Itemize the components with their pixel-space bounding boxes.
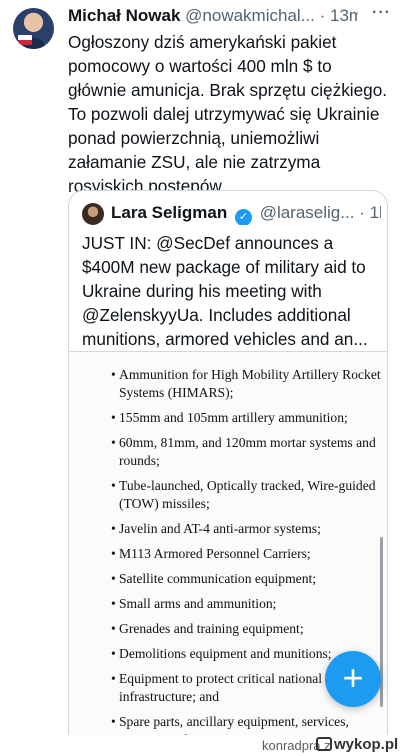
tweet-time[interactable]: 13m bbox=[330, 6, 358, 25]
quoted-author-handle[interactable]: @laraselig... bbox=[260, 203, 355, 222]
author-name[interactable]: Michał Nowak bbox=[68, 6, 180, 25]
tweet-text-line: pomocowy o wartości 400 mln $ to bbox=[68, 56, 332, 76]
tweet-header: Michał Nowak @nowakmichal... · 13m bbox=[68, 6, 358, 28]
author-handle[interactable]: @nowakmichal... bbox=[185, 6, 315, 25]
quoted-author-avatar[interactable] bbox=[82, 203, 104, 225]
quoted-text-line: JUST IN: @SecDef announces a bbox=[82, 233, 334, 253]
wykop-logo-icon bbox=[316, 737, 332, 751]
aid-list-item: 155mm and 105mm artillery ammunition; bbox=[111, 409, 381, 427]
aid-list-item: Small arms and ammunition; bbox=[111, 595, 381, 613]
verified-badge-icon: ✓ bbox=[234, 209, 252, 225]
tweet[interactable]: Michał Nowak @nowakmichal... · 13m ··· O… bbox=[0, 0, 400, 750]
quoted-tweet-header: Lara Seligman ✓ @laraselig... · 1h bbox=[111, 203, 381, 225]
tweet-text-line: To pozwoli dalej utrzymywać się Ukrainie bbox=[68, 104, 380, 124]
plus-icon: + bbox=[342, 657, 364, 698]
quoted-tweet-time[interactable]: 1h bbox=[370, 203, 381, 222]
quoted-tweet-text: JUST IN: @SecDef announces a $400M new p… bbox=[82, 231, 382, 351]
aid-list-item: M113 Armored Personnel Carriers; bbox=[111, 545, 381, 563]
aid-list-item: Grenades and training equipment; bbox=[111, 620, 381, 638]
aid-list-item: Tube-launched, Optically tracked, Wire-g… bbox=[111, 477, 381, 513]
tweet-text-line: Ogłoszony dziś amerykański pakiet bbox=[68, 32, 337, 52]
tweet-text-line: załamanie ZSU, ale nie zatrzyma bbox=[68, 152, 321, 172]
aid-list-item: 60mm, 81mm, and 120mm mortar systems and… bbox=[111, 434, 381, 470]
quoted-text-line: Ukraine during his meeting with bbox=[82, 281, 322, 301]
author-avatar[interactable] bbox=[13, 8, 54, 49]
header-separator: · bbox=[319, 6, 326, 25]
avatar-flag bbox=[18, 35, 32, 45]
wykop-logo: wykop.pl bbox=[316, 736, 398, 753]
quoted-text-line: @ZelenskyyUa. Includes additional bbox=[82, 305, 351, 325]
aid-list-item: Javelin and AT-4 anti-armor systems; bbox=[111, 520, 381, 538]
tweet-text: Ogłoszony dziś amerykański pakiet pomoco… bbox=[68, 30, 388, 198]
quoted-text-line: $400M new package of military aid to bbox=[82, 257, 366, 277]
quoted-author-name[interactable]: Lara Seligman bbox=[111, 203, 227, 222]
aid-list-item: Satellite communication equipment; bbox=[111, 570, 381, 588]
wykop-logo-text: wykop.pl bbox=[334, 736, 399, 753]
tweet-text-line: głównie amunicja. Brak sprzętu ciężkiego… bbox=[68, 80, 388, 100]
aid-list-item: Ammunition for High Mobility Artillery R… bbox=[111, 366, 381, 402]
tweet-text-line: ponad powierzchnią, uniemożliwi bbox=[68, 128, 320, 148]
compose-button[interactable]: + bbox=[325, 651, 381, 707]
quoted-header-separator: · bbox=[359, 203, 365, 222]
quoted-text-line: munitions, armored vehicles and an... bbox=[82, 329, 368, 349]
more-dots-icon[interactable]: ··· bbox=[372, 5, 390, 26]
